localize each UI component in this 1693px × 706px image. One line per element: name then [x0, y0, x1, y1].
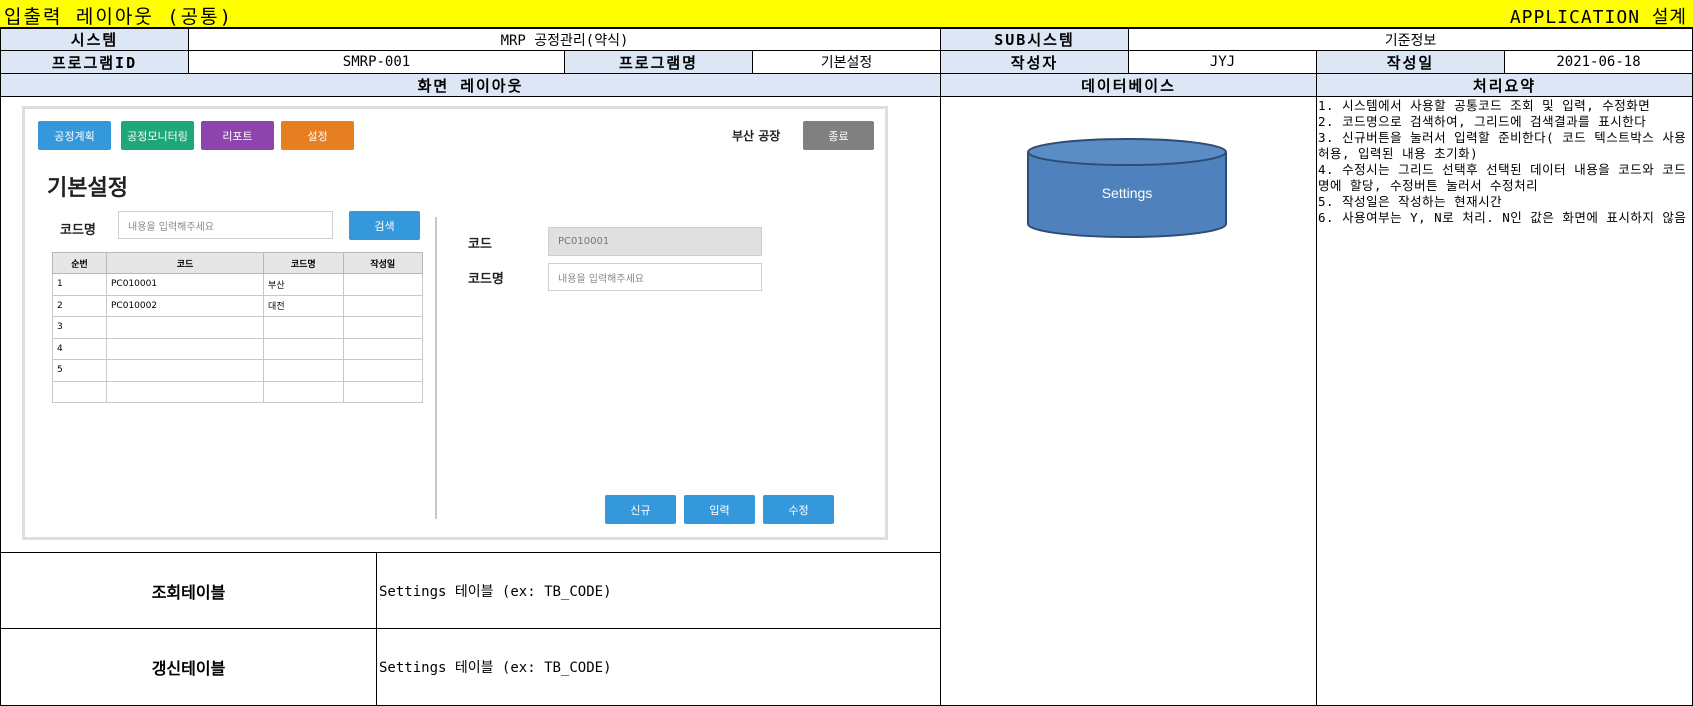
database-name: Settings — [1102, 185, 1153, 201]
program-id-value: SMRP-001 — [188, 50, 565, 74]
update-button[interactable]: 수정 — [763, 495, 834, 524]
code-field[interactable]: PC010001 — [548, 227, 762, 256]
table-row[interactable]: 2 PC010002 대전 — [52, 294, 423, 317]
code-name-field[interactable]: 내용을 입력해주세요 — [548, 263, 762, 291]
table-row[interactable]: 5 — [52, 359, 423, 382]
table-cell — [105, 337, 265, 360]
database-section-header: 데이터베이스 — [940, 73, 1317, 97]
summary-line: 2. 코드명으로 검색하여, 그리드에 검색결과를 표시한다 — [1318, 114, 1647, 129]
date-value: 2021-06-18 — [1504, 50, 1693, 74]
author-label: 작성자 — [940, 50, 1129, 74]
table-cell — [263, 337, 344, 360]
table-cell — [105, 359, 265, 382]
layout-section-header: 화면 레이아웃 — [0, 73, 941, 97]
table-cell — [342, 294, 423, 317]
table-cell: 2 — [52, 294, 107, 317]
screen-mockup: 공정계획 공정모니터링 리포트 설정 부산 공장 종료 기본설정 코드명 내용을… — [22, 106, 888, 540]
table-cell — [342, 337, 423, 360]
nav-report-button[interactable]: 리포트 — [201, 121, 274, 150]
update-table-value: Settings 테이블 (ex: TB_CODE) — [379, 660, 612, 676]
nav-settings-button[interactable]: 설정 — [281, 121, 354, 150]
code-name-label: 코드명 — [468, 272, 504, 287]
exit-button[interactable]: 종료 — [803, 121, 874, 150]
summary-line: 3. 신규버튼을 눌러서 입력할 준비한다( 코드 텍스트박스 사용허용, 입력… — [1318, 130, 1687, 161]
document-title: 입출력 레이아웃 (공통) — [4, 6, 234, 28]
subsystem-label: SUB시스템 — [940, 28, 1129, 51]
table-cell — [263, 316, 344, 339]
table-cell — [342, 273, 423, 296]
factory-label: 부산 공장 — [732, 129, 781, 143]
table-cell — [52, 380, 107, 403]
grid-header-cell[interactable]: 코드 — [105, 252, 265, 274]
table-cell: 4 — [52, 337, 107, 360]
author-value: JYJ — [1128, 50, 1317, 74]
table-cell: 부산 — [263, 273, 344, 296]
table-cell — [263, 380, 344, 403]
system-value: MRP 공정관리(약식) — [188, 28, 941, 51]
subsystem-value: 기준정보 — [1128, 28, 1693, 51]
summary-line: 4. 수정시는 그리드 선택후 선택된 데이터 내용을 코드와 코드명에 할당,… — [1318, 162, 1687, 193]
table-cell — [263, 359, 344, 382]
insert-button[interactable]: 입력 — [684, 495, 755, 524]
table-row[interactable]: 4 — [52, 337, 423, 360]
table-cell — [342, 380, 423, 403]
summary-section-header: 처리요약 — [1316, 73, 1693, 97]
table-cell: PC010001 — [105, 273, 265, 296]
summary-line: 5. 작성일은 작성하는 현재시간 — [1318, 194, 1503, 209]
table-cell — [342, 316, 423, 339]
table-cell: PC010002 — [105, 294, 265, 317]
grid-header-cell[interactable]: 작성일 — [342, 252, 423, 274]
system-label: 시스템 — [0, 28, 189, 51]
table-cell — [105, 380, 265, 403]
summary-line: 1. 시스템에서 사용할 공통코드 조회 및 입력, 수정화면 — [1318, 98, 1651, 113]
table-row[interactable] — [52, 380, 423, 403]
date-label: 작성일 — [1316, 50, 1505, 74]
grid-header-cell[interactable]: 코드명 — [263, 252, 344, 274]
query-table-value: Settings 테이블 (ex: TB_CODE) — [379, 583, 612, 600]
panel-divider — [435, 217, 437, 519]
program-name-value: 기본설정 — [752, 50, 941, 74]
search-label: 코드명 — [60, 223, 96, 238]
nav-monitoring-button[interactable]: 공정모니터링 — [121, 121, 194, 150]
program-id-label: 프로그램ID — [0, 50, 189, 74]
table-row[interactable]: 1 PC010001 부산 — [52, 273, 423, 296]
search-input[interactable]: 내용을 입력해주세요 — [118, 211, 333, 239]
table-cell: 5 — [52, 359, 107, 382]
program-name-label: 프로그램명 — [564, 50, 753, 74]
code-label: 코드 — [468, 237, 492, 252]
document-type: APPLICATION 설계 — [1509, 7, 1687, 28]
search-button[interactable]: 검색 — [349, 211, 420, 240]
query-table-label: 조회테이블 — [151, 582, 226, 602]
table-cell — [342, 359, 423, 382]
nav-plan-button[interactable]: 공정계획 — [38, 121, 111, 150]
table-cell: 3 — [52, 316, 107, 339]
summary-line: 6. 사용여부는 Y, N로 처리. N인 값은 화면에 표시하지 않음 — [1318, 210, 1687, 225]
table-cell: 1 — [52, 273, 107, 296]
update-table-label: 갱신테이블 — [151, 659, 226, 678]
new-button[interactable]: 신규 — [605, 495, 676, 524]
table-row[interactable]: 3 — [52, 316, 423, 339]
processing-summary: 1. 시스템에서 사용할 공통코드 조회 및 입력, 수정화면 2. 코드명으로 … — [1318, 98, 1692, 226]
page-title: 기본설정 — [47, 176, 128, 201]
title-bar: 입출력 레이아웃 (공통) APPLICATION 설계 — [0, 0, 1693, 28]
code-grid: 순번 코드 코드명 작성일 1 PC010001 부산 2 PC010002 대전 3 4 5 — [52, 252, 423, 403]
table-cell — [105, 316, 265, 339]
database-cylinder-icon: Settings — [1027, 138, 1227, 238]
table-cell: 대전 — [263, 294, 344, 317]
grid-header-cell[interactable]: 순번 — [52, 252, 107, 274]
